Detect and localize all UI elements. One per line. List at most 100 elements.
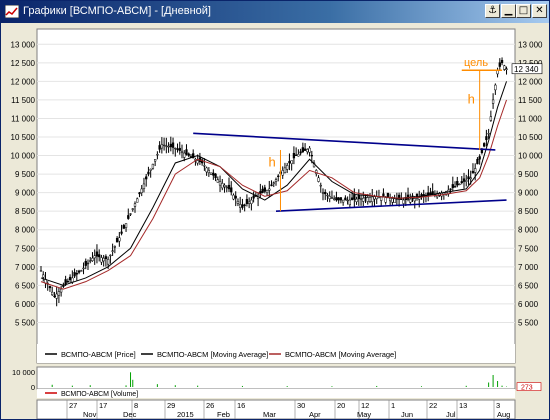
candle-body: [89, 260, 92, 262]
candle-body: [122, 225, 125, 229]
y-tick-label-left: 5 500: [15, 318, 36, 327]
candle-body: [241, 204, 244, 208]
candle-body: [140, 188, 143, 193]
candle-body: [178, 147, 181, 151]
candle-body: [384, 197, 387, 203]
y-tick-label-right: 7 500: [518, 244, 539, 253]
candle-body: [185, 149, 188, 155]
volume-plot-area[interactable]: [36, 366, 516, 390]
candle-body: [162, 144, 166, 147]
candle-body: [232, 194, 235, 200]
x-month-label: Nov: [83, 410, 97, 419]
candle-body: [149, 168, 152, 171]
candle-body: [429, 192, 432, 195]
candle-body: [176, 148, 179, 150]
candle-body: [333, 198, 336, 200]
candle-body: [272, 182, 275, 184]
candle-body: [98, 254, 101, 258]
candle-body: [353, 194, 356, 200]
candle-body: [268, 188, 271, 191]
candle-body: [216, 179, 219, 183]
x-month-label: Mar: [263, 410, 276, 419]
candle-body: [196, 160, 199, 164]
candle-body: [187, 153, 190, 156]
x-tick-label: 30: [297, 401, 305, 410]
candle-body: [341, 199, 345, 203]
title-bar[interactable]: Графики [ВСМПО-АВСМ] - [Дневной] ⚓ ▁ □ ✕: [1, 1, 549, 23]
price-plot-area[interactable]: [36, 28, 516, 364]
minimize-button[interactable]: ▁: [501, 4, 516, 18]
candle-body: [482, 143, 486, 147]
candle-body: [250, 199, 253, 204]
y-tick-label-right: 7 000: [518, 263, 539, 272]
candle-body: [203, 165, 206, 167]
y-tick-label-left: 11 500: [11, 96, 35, 105]
candle-body: [292, 152, 296, 159]
candle-body: [317, 177, 320, 182]
candle-body: [218, 181, 222, 186]
y-tick-label-left: 8 000: [15, 226, 36, 235]
y-tick-label-right: 6 500: [518, 281, 539, 290]
y-tick-label-left: 11 000: [11, 114, 35, 123]
x-axis: [36, 399, 516, 419]
y-tick-label-left: 10 500: [11, 133, 36, 142]
candle-body: [306, 149, 309, 153]
candle-body: [402, 199, 405, 204]
candle-body: [136, 198, 139, 203]
legend-label: ВСМПО-АВСМ [Moving Average]: [157, 350, 268, 359]
candle-body: [247, 201, 251, 204]
candle-body: [467, 176, 470, 180]
candle-body: [234, 195, 237, 199]
candle-body: [391, 198, 394, 203]
candle-body: [270, 184, 273, 187]
y-tick-label-left: 9 500: [15, 170, 36, 179]
candle-body: [230, 187, 233, 193]
candle-body: [82, 267, 85, 270]
candle-body: [380, 196, 383, 201]
candle-body: [113, 246, 117, 248]
candle-body: [133, 203, 137, 207]
candle-body: [294, 154, 298, 156]
candle-body: [39, 270, 43, 272]
candle-body: [487, 133, 490, 135]
candle-body: [55, 293, 58, 299]
candle-body: [478, 156, 481, 160]
x-tick-label: 13: [459, 401, 467, 410]
candle-body: [120, 231, 123, 234]
y-tick-label-left: 7 500: [15, 244, 36, 253]
chart-window: Графики [ВСМПО-АВСМ] - [Дневной] ⚓ ▁ □ ✕…: [0, 0, 550, 420]
candle-body: [471, 170, 475, 174]
y-tick-label-right: 11 500: [518, 96, 542, 105]
candle-body: [283, 167, 287, 173]
candle-body: [205, 167, 208, 173]
candle-body: [115, 238, 119, 243]
x-tick-label: 20: [337, 401, 345, 410]
candle-body: [252, 195, 255, 199]
candle-body: [498, 62, 501, 67]
candle-body: [75, 272, 78, 275]
candle-body: [91, 257, 94, 261]
y-tick-label-right: 9 000: [518, 189, 539, 198]
candle-body: [221, 183, 224, 189]
candle-body: [286, 165, 289, 170]
candle-body: [77, 270, 81, 273]
candle-body: [453, 186, 457, 188]
candle-body: [167, 146, 170, 148]
candle-body: [505, 68, 508, 70]
candle-body: [84, 260, 87, 266]
maximize-button[interactable]: □: [516, 4, 531, 18]
candle-body: [102, 257, 105, 262]
candle-body: [127, 215, 130, 219]
candle-body: [93, 255, 96, 259]
close-icon: ✕: [535, 5, 544, 16]
legend: ВСМПО-АВСМ [Price] ВСМПО-АВСМ [Moving Ave…: [45, 350, 396, 359]
y-tick-label-left: 12 500: [11, 59, 36, 68]
candle-body: [418, 197, 421, 200]
legend-label: ВСМПО-АВСМ [Price]: [61, 350, 136, 359]
candle-body: [111, 250, 114, 252]
candle-body: [245, 199, 249, 205]
close-button[interactable]: ✕: [532, 4, 547, 18]
pin-button[interactable]: ⚓: [485, 4, 500, 18]
candle-body: [223, 184, 226, 187]
x-month-label: Aug: [497, 410, 510, 419]
